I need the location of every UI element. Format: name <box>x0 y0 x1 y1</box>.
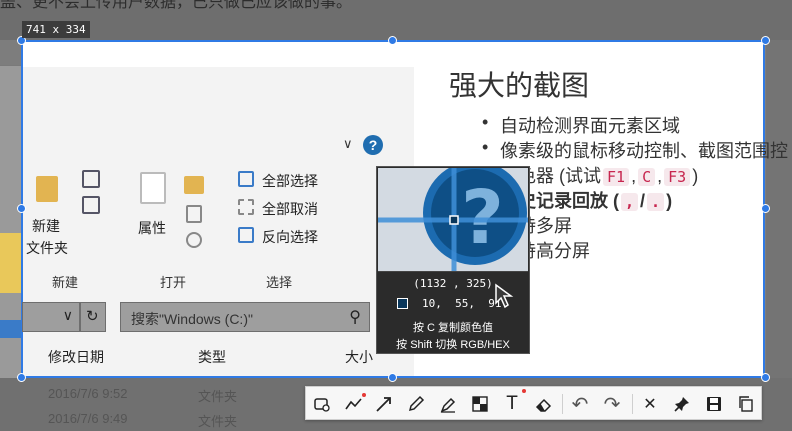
mosaic-icon <box>472 396 488 412</box>
feature-item: 自动检测界面元素区域 <box>482 112 782 137</box>
rectangle-tool-button[interactable] <box>310 392 334 416</box>
resize-handle-bottom[interactable] <box>388 373 397 382</box>
mouse-cursor-icon <box>495 283 514 309</box>
refresh-button[interactable]: ↻ <box>80 302 106 332</box>
sidebar-selected-strip <box>0 320 21 338</box>
edit-icon <box>186 205 202 223</box>
history-icon <box>186 232 202 248</box>
resize-handle-right[interactable] <box>761 204 770 213</box>
row-1-modified: 2016/7/6 9:52 <box>48 386 128 401</box>
text-tool-button[interactable]: T <box>500 392 524 416</box>
new-label[interactable]: 新建 <box>32 216 60 236</box>
group-select-label: 选择 <box>266 275 293 290</box>
save-icon <box>707 397 721 411</box>
select-all-button[interactable]: 全部选择 <box>262 171 318 191</box>
copy-button[interactable] <box>734 392 758 416</box>
eraser-icon <box>535 398 552 412</box>
feature-text: ) <box>692 166 699 186</box>
resize-handle-bottom-right[interactable] <box>761 373 770 382</box>
marker-icon <box>440 397 456 413</box>
resize-handle-top[interactable] <box>388 36 397 45</box>
refresh-icon: ↻ <box>86 308 99 325</box>
group-open-label: 打开 <box>160 275 187 290</box>
select-all-icon <box>238 171 254 187</box>
key-period: . <box>647 193 665 211</box>
resize-handle-top-right[interactable] <box>761 36 770 45</box>
text-active-dot <box>522 389 526 393</box>
properties-icon <box>140 172 166 204</box>
arrow-tool-button[interactable] <box>372 392 396 416</box>
feature-text: 自动检测界面元素区域 <box>500 116 680 136</box>
row-1-type: 文件夹 <box>198 389 238 404</box>
background-document: 盖、更不会上传用户数据，已只做已应该做的事。 <box>0 0 792 40</box>
rgb-value: 10, 55, 91 <box>422 297 502 310</box>
key-f1: F1 <box>603 168 630 186</box>
column-modified[interactable]: 修改日期 <box>48 347 104 367</box>
group-new-label: 新建 <box>52 275 79 290</box>
copy-icon <box>739 396 753 412</box>
feature-text: ) <box>666 191 673 211</box>
sidebar-strip <box>0 233 21 293</box>
invert-selection-button[interactable]: 反向选择 <box>262 227 318 247</box>
properties-label[interactable]: 属性 <box>138 218 166 238</box>
feature-item: 像素级的鼠标移动控制、截图范围控 <box>482 137 788 162</box>
save-button[interactable] <box>702 392 726 416</box>
new-folder-icon <box>36 176 58 202</box>
undo-button[interactable]: ↶ <box>568 392 592 416</box>
toolbar-separator <box>562 394 563 414</box>
row-2-modified: 2016/7/6 9:49 <box>48 411 128 426</box>
mosaic-tool-button[interactable] <box>468 392 492 416</box>
invert-selection-icon <box>238 227 254 243</box>
key-comma: , <box>621 193 639 211</box>
magnified-help-icon: ? <box>378 168 528 271</box>
ribbon-collapse-icon[interactable]: ∨ <box>343 136 353 152</box>
resize-handle-left[interactable] <box>17 204 26 213</box>
easy-access-icon <box>82 196 100 214</box>
redo-button[interactable]: ↷ <box>600 392 624 416</box>
column-type[interactable]: 类型 <box>198 347 226 367</box>
search-placeholder: 搜索"Windows (C:)" <box>131 311 253 327</box>
curve-icon <box>345 398 362 410</box>
selection-size-label: 741 x 334 <box>22 21 90 38</box>
open-folder-icon <box>184 176 204 194</box>
pin-button[interactable] <box>670 392 694 416</box>
eraser-tool-button[interactable] <box>532 392 556 416</box>
feature-text: 像素级的鼠标移动控制、截图范围控 <box>500 141 788 161</box>
key-f3: F3 <box>664 168 691 186</box>
select-none-button[interactable]: 全部取消 <box>262 199 318 219</box>
hint-switch-format: 按 Shift 切换 RGB/HEX <box>396 339 510 351</box>
marker-tool-button[interactable] <box>436 392 460 416</box>
annotation-toolbar: T ↶ ↷ ✕ <box>305 386 762 420</box>
pin-icon <box>674 397 689 412</box>
magnifier-view: ? <box>378 168 528 272</box>
curve-tool-button[interactable] <box>342 392 366 416</box>
help-icon[interactable]: ? <box>363 135 383 155</box>
rectangle-icon <box>314 398 330 412</box>
column-size[interactable]: 大小 <box>345 347 373 367</box>
cancel-button[interactable]: ✕ <box>638 392 662 416</box>
resize-handle-bottom-left[interactable] <box>17 373 26 382</box>
search-icon[interactable]: ⚲ <box>349 307 361 327</box>
color-swatch <box>397 298 408 309</box>
search-input[interactable]: 搜索"Windows (C:)" ⚲ <box>120 302 370 332</box>
new-item-icon <box>82 170 100 188</box>
feature-title: 强大的截图 <box>449 70 590 101</box>
toolbar-separator <box>632 394 633 414</box>
hint-copy-color: 按 C 复制颜色值 <box>412 322 494 334</box>
address-bar[interactable]: ∨ <box>22 302 80 332</box>
select-none-icon <box>238 199 254 215</box>
key-c: C <box>638 168 656 186</box>
background-text: 盖、更不会上传用户数据，已只做已应该做的事。 <box>0 0 353 11</box>
curve-active-dot <box>362 393 366 397</box>
folder-label[interactable]: 文件夹 <box>26 238 68 258</box>
pencil-tool-button[interactable] <box>404 392 428 416</box>
row-2-type: 文件夹 <box>198 414 238 429</box>
pencil-icon <box>408 395 425 412</box>
arrow-icon <box>376 397 391 412</box>
address-dropdown-icon[interactable]: ∨ <box>63 307 73 324</box>
color-magnifier: ? (1132 , 325) 10, 55, 91 按 C 复制颜色值 按 Sh… <box>376 166 530 354</box>
